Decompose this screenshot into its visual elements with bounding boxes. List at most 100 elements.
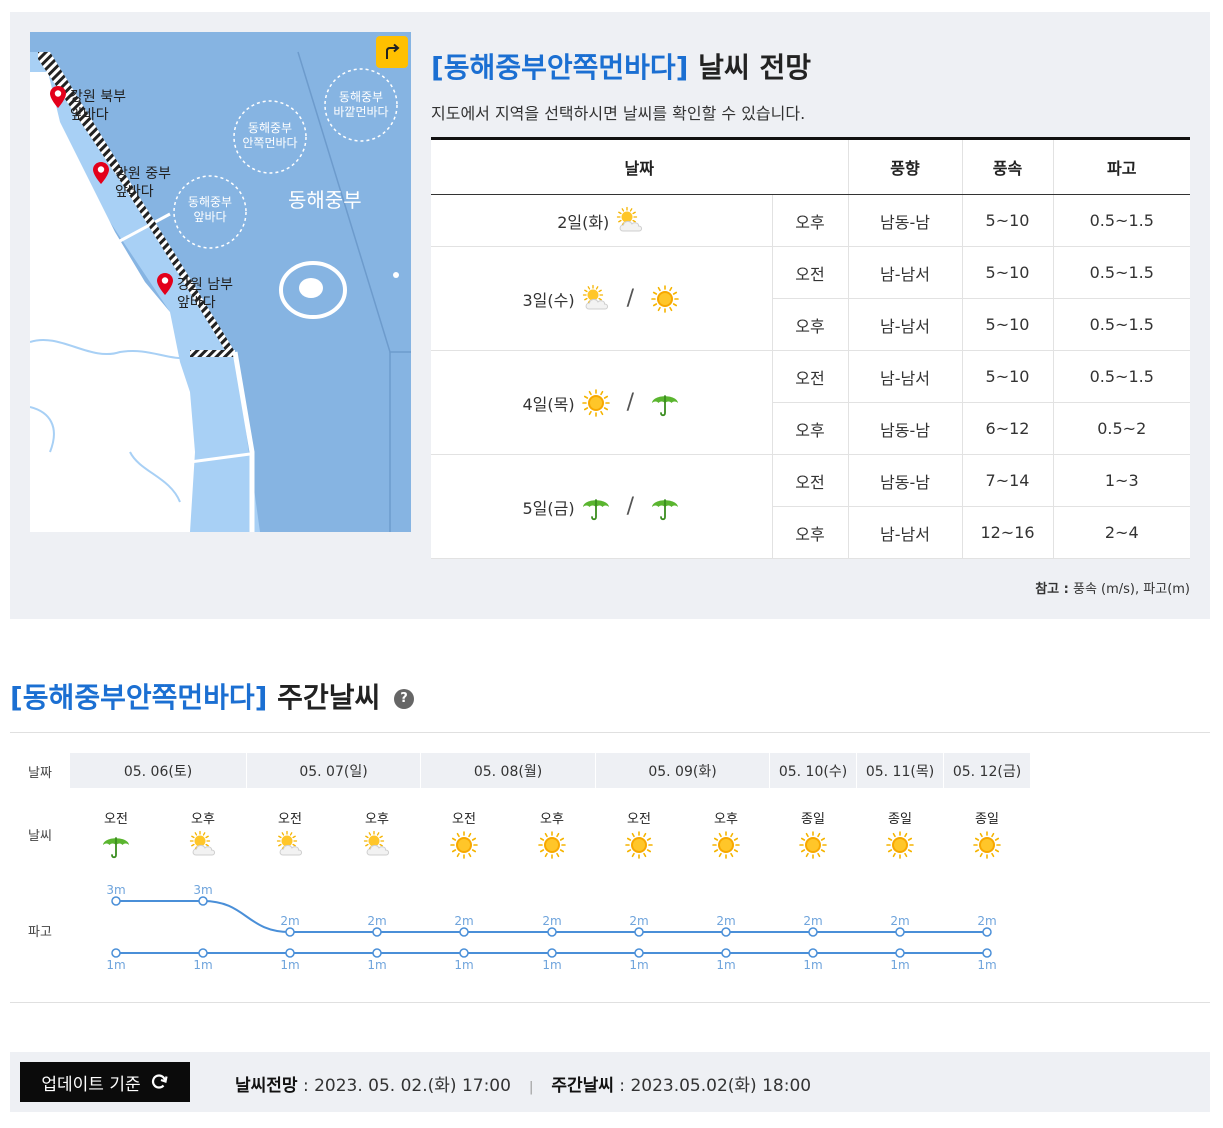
forecast-update-time: : 2023. 05. 02.(화) 17:00 — [297, 1076, 511, 1096]
forecast-wind-dir: 남-남서 — [847, 246, 962, 299]
weekly-weather-icon-wrap — [972, 830, 1002, 860]
weekly-date: 05. 10(수) — [770, 753, 856, 788]
partly-cloudy-icon — [582, 284, 608, 309]
pin-label-gangwon-south[interactable]: 강원 남부 앞바다 — [177, 276, 233, 312]
forecast-date-cell: 5일(금) / — [431, 454, 772, 559]
forecast-row: 2일(화) 오후 남동-남 5~10 0.5~1.5 — [431, 194, 1190, 247]
partly-cloudy-icon — [189, 830, 216, 856]
icon-separator: / — [626, 390, 635, 415]
sea-region-map[interactable]: 강원 북부 앞바다 강원 중부 앞바다 강원 남부 앞바다 동해중부 바깥먼바다… — [30, 32, 411, 532]
wave-min-label: 1m — [367, 958, 386, 972]
pin-label-line1: 강원 북부 — [70, 89, 126, 105]
update-button[interactable]: 업데이트 기준 — [20, 1062, 190, 1102]
weekly-weather-icon-wrap — [188, 830, 218, 860]
wave-max-label: 3m — [106, 883, 125, 897]
weekly-weather-icon-wrap — [798, 830, 828, 860]
forecast-date: 5일(금) — [522, 498, 575, 518]
forecast-wave: 2~4 — [1052, 506, 1190, 559]
share-arrow-icon — [386, 43, 400, 59]
location-pin-icon[interactable] — [157, 273, 173, 295]
wave-max-point — [895, 927, 905, 937]
help-icon[interactable]: ? — [393, 689, 414, 709]
wave-max-label: 2m — [977, 914, 996, 928]
weekly-date: 05. 08(월) — [421, 753, 595, 788]
forecast-wind-speed: 5~10 — [961, 246, 1053, 299]
umbrella-icon — [652, 498, 679, 520]
weekly-period: 종일 — [801, 812, 825, 827]
forecast-date: 4일(목) — [522, 394, 575, 414]
umbrella-icon — [652, 394, 679, 416]
weekly-date: 05. 07(일) — [247, 753, 420, 788]
weekly-period: 오전 — [452, 812, 476, 827]
weekly-date: 05. 06(토) — [70, 753, 246, 788]
wave-max-point — [459, 927, 469, 937]
location-pin-icon[interactable] — [50, 86, 66, 108]
forecast-description: 지도에서 지역을 선택하시면 날씨를 확인할 수 있습니다. — [431, 104, 806, 123]
forecast-wind-dir: 남동-남 — [847, 402, 962, 455]
forecast-row: 3일(수) / 오전 남-남서 5~10 0.5~1.5 — [431, 246, 1190, 351]
weekly-weather-icon-wrap — [624, 830, 654, 860]
wave-min-label: 1m — [629, 958, 648, 972]
forecast-period: 오후 — [771, 298, 848, 351]
forecast-wind-dir: 남-남서 — [847, 350, 962, 403]
sunny-icon — [450, 831, 478, 859]
zone-label-line1: 동해중부 — [187, 195, 233, 209]
update-button-label: 업데이트 기준 — [41, 1074, 141, 1095]
header-wind-speed: 풍속 — [961, 138, 1053, 195]
note-text: 풍속 (m/s), 파고(m) — [1068, 582, 1190, 597]
weekly-period: 오후 — [714, 812, 738, 827]
zone-outer-far-sea[interactable]: 동해중부 바깥먼바다 — [323, 90, 399, 120]
zone-label-line2: 안쪽먼바다 — [242, 136, 298, 150]
icon-separator: / — [626, 494, 635, 519]
pin-label-line2: 앞바다 — [177, 295, 216, 311]
weekly-weather-icon-wrap — [537, 830, 567, 860]
wave-min-point — [198, 948, 208, 958]
share-button[interactable] — [376, 36, 408, 68]
wave-min-label: 1m — [542, 958, 561, 972]
forecast-date-cell: 3일(수) / — [431, 246, 772, 351]
forecast-wave: 0.5~1.5 — [1052, 298, 1190, 351]
header-wave: 파고 — [1052, 138, 1190, 195]
partly-cloudy-icon — [363, 830, 390, 856]
forecast-wave: 0.5~2 — [1052, 402, 1190, 455]
forecast-wind-speed: 5~10 — [961, 194, 1053, 247]
forecast-wind-speed: 6~12 — [961, 402, 1053, 455]
row-label-date: 날짜 — [28, 766, 52, 781]
forecast-period: 오전 — [771, 350, 848, 403]
partly-cloudy-icon — [276, 830, 303, 856]
forecast-period: 오후 — [771, 402, 848, 455]
wave-min-point — [982, 948, 992, 958]
zone-coastal-sea[interactable]: 동해중부 앞바다 — [172, 195, 248, 225]
weekly-update-time: : 2023.05.02(화) 18:00 — [613, 1076, 812, 1096]
wave-min-point — [634, 948, 644, 958]
wave-min-point — [459, 948, 469, 958]
forecast-wind-dir: 남동-남 — [847, 194, 962, 247]
weekly-period: 오전 — [278, 812, 302, 827]
pin-label-gangwon-central[interactable]: 강원 중부 앞바다 — [115, 165, 171, 201]
wave-min-point — [808, 948, 818, 958]
forecast-date-cell: 2일(화) — [431, 194, 772, 247]
update-footer: 업데이트 기준 날씨전망 : 2023. 05. 02.(화) 17:00 | 주간… — [10, 1052, 1210, 1112]
wave-max-point — [372, 927, 382, 937]
forecast-period: 오후 — [771, 506, 848, 559]
location-pin-icon[interactable] — [93, 162, 109, 184]
update-info: 날씨전망 : 2023. 05. 02.(화) 17:00 | 주간날씨 : 202… — [235, 1071, 811, 1096]
forecast-wave: 0.5~1.5 — [1052, 194, 1190, 247]
wave-max-point — [111, 896, 121, 906]
weekly-weather-icon-wrap — [885, 830, 915, 860]
forecast-wind-speed: 5~10 — [961, 298, 1053, 351]
pin-label-gangwon-north[interactable]: 강원 북부 앞바다 — [70, 88, 126, 124]
forecast-date: 2일(화) — [557, 212, 610, 232]
zone-inner-far-sea[interactable]: 동해중부 안쪽먼바다 — [232, 121, 308, 151]
wave-min-point — [285, 948, 295, 958]
forecast-update-label: 날씨전망 — [235, 1076, 298, 1096]
weekly-title-suffix: 주간날씨 — [267, 681, 381, 714]
refresh-icon — [151, 1074, 168, 1089]
weekly-period: 오전 — [627, 812, 651, 827]
divider — [10, 732, 1210, 733]
wave-max-label: 2m — [367, 914, 386, 928]
wave-min-label: 1m — [193, 958, 212, 972]
forecast-title-region: [동해중부안쪽먼바다] — [431, 51, 689, 84]
weekly-weather-icon-wrap — [711, 830, 741, 860]
icon-separator: / — [626, 286, 635, 311]
